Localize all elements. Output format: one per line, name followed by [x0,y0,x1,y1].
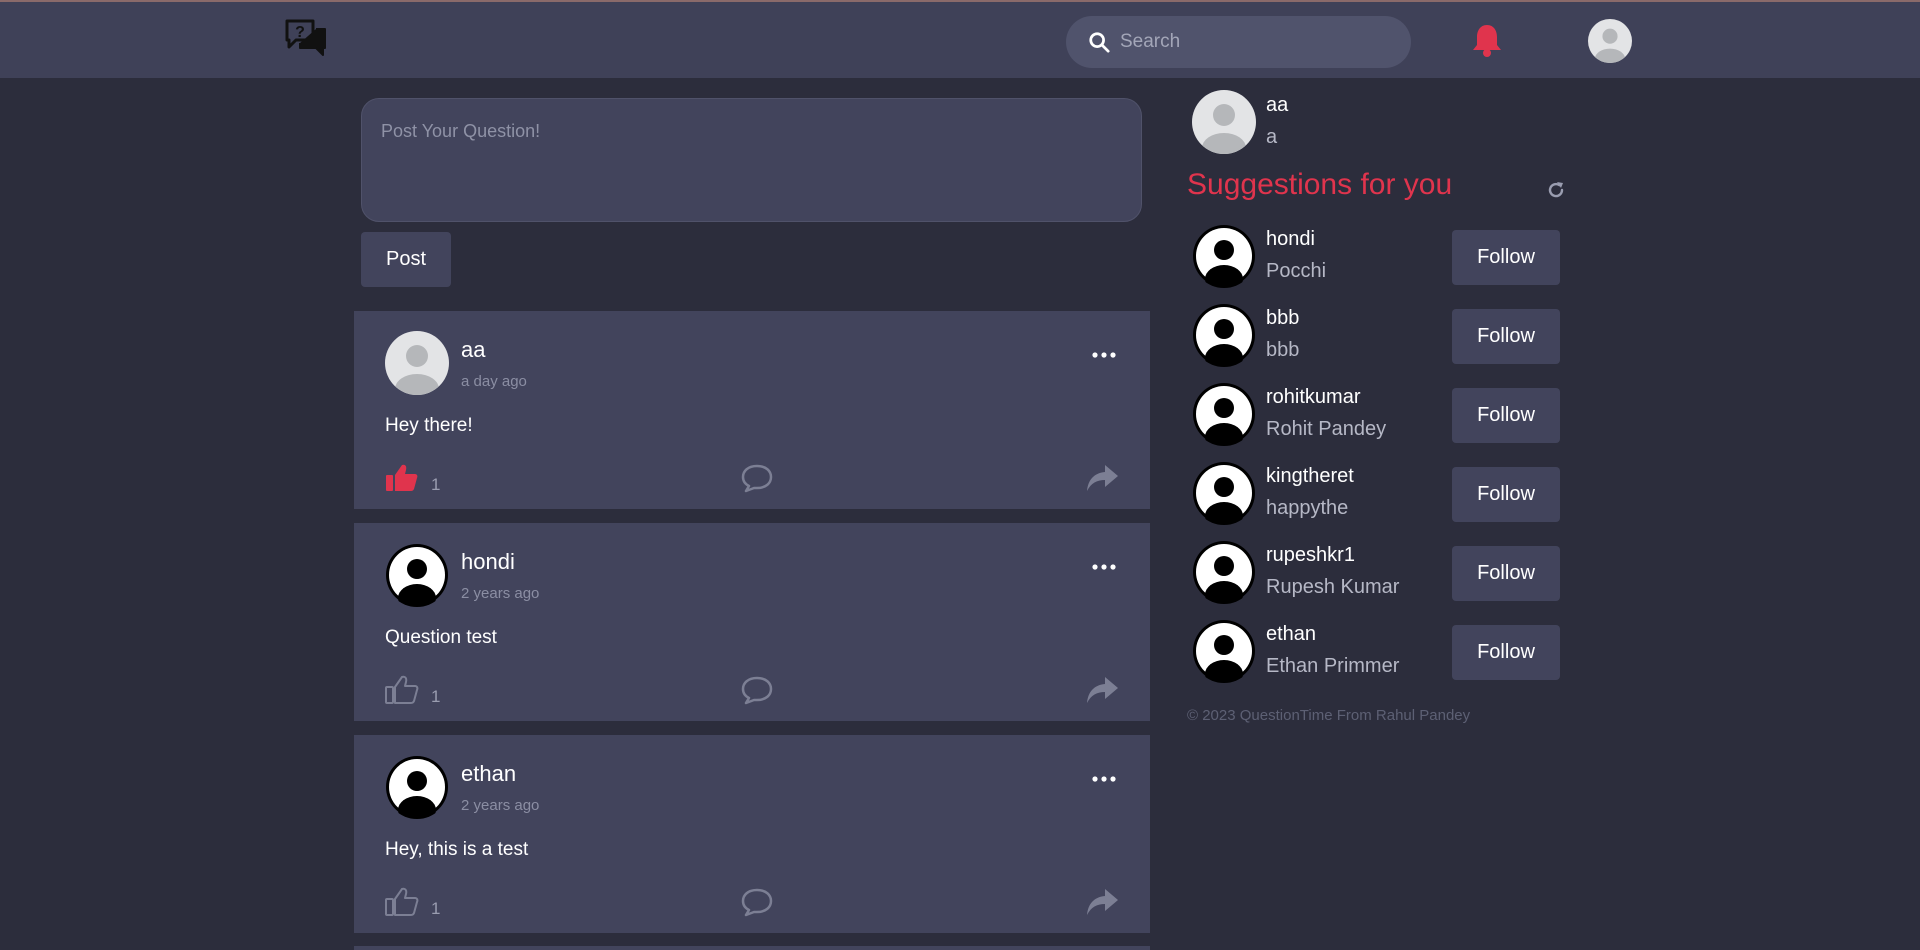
suggestion-item: rupeshkr1 Rupesh Kumar Follow [1192,540,1562,606]
like-count: 1 [431,899,441,918]
svg-text:?: ? [295,24,305,41]
suggestion-name: bbb [1266,339,1300,361]
avatar[interactable] [1192,303,1256,367]
post-button[interactable]: Post [361,232,451,287]
post-time: 2 years ago [461,797,540,814]
suggestion-item: bbb bbb Follow [1192,303,1562,369]
avatar[interactable] [385,331,449,395]
suggestion-item: kingtheret happythe Follow [1192,461,1562,527]
suggestion-username[interactable]: kingtheret [1266,465,1354,488]
user-avatar-icon [1193,462,1255,525]
search-input[interactable] [1120,16,1400,68]
post-author[interactable]: ethan [461,761,516,787]
suggestion-name: Rupesh Kumar [1266,576,1400,598]
post-card [354,946,1150,950]
post-author[interactable]: hondi [461,549,515,575]
thumbs-up-icon[interactable] [385,887,419,917]
suggestion-username[interactable]: rohitkumar [1266,386,1360,409]
question-chat-icon[interactable]: ? [284,18,328,62]
post-time: 2 years ago [461,585,540,602]
suggestions-title: Suggestions for you [1187,168,1453,201]
avatar[interactable] [1192,619,1256,683]
thumbs-up-icon[interactable] [385,463,419,493]
suggestion-username[interactable]: bbb [1266,307,1299,330]
post-author[interactable]: aa [461,337,485,363]
like-count: 1 [431,687,441,706]
top-navbar: ? [0,0,1920,78]
footer-copyright: © 2023 QuestionTime From Rahul Pandey [1187,707,1471,724]
suggestion-item: rohitkumar Rohit Pandey Follow [1192,382,1562,448]
avatar[interactable] [385,543,449,607]
search-bar[interactable] [1066,16,1411,68]
post-card: aa a day ago Hey there! 1 [354,311,1150,509]
user-avatar-icon [1193,620,1255,683]
suggestion-username[interactable]: ethan [1266,623,1316,646]
post-text: Hey there! [385,415,473,436]
suggestion-name: Pocchi [1266,260,1327,282]
like-count: 1 [431,475,441,494]
user-avatar[interactable] [1588,19,1632,63]
profile-username[interactable]: aa [1266,94,1288,117]
more-options-icon[interactable] [1090,561,1118,573]
suggestion-item: hondi Pocchi Follow [1192,224,1562,290]
avatar[interactable] [1192,382,1256,446]
avatar[interactable] [1192,540,1256,604]
follow-button[interactable]: Follow [1452,546,1560,601]
follow-button[interactable]: Follow [1452,625,1560,680]
user-avatar-icon [386,544,448,607]
avatar[interactable] [1192,461,1256,525]
share-icon[interactable] [1085,675,1119,705]
post-text: Hey, this is a test [385,839,529,860]
suggestion-name: happythe [1266,497,1349,519]
avatar[interactable] [1192,224,1256,288]
user-avatar-icon [1193,304,1255,367]
default-avatar-icon [1192,90,1256,154]
avatar[interactable] [385,755,449,819]
share-icon[interactable] [1085,463,1119,493]
search-icon [1089,32,1110,53]
user-avatar-icon [386,756,448,819]
post-card: ethan 2 years ago Hey, this is a test 1 [354,735,1150,933]
follow-button[interactable]: Follow [1452,309,1560,364]
suggestion-name: Rohit Pandey [1266,418,1387,440]
suggestion-item: ethan Ethan Primmer Follow [1192,619,1562,685]
user-avatar-icon [1193,225,1255,288]
user-avatar-icon [1193,383,1255,446]
more-options-icon[interactable] [1090,349,1118,361]
question-composer[interactable] [361,98,1142,222]
question-input[interactable] [362,99,1141,221]
suggestion-username[interactable]: rupeshkr1 [1266,544,1355,567]
post-text: Question test [385,627,497,648]
comment-icon[interactable] [740,675,774,705]
bell-icon[interactable] [1470,22,1504,58]
user-avatar-icon [1193,541,1255,604]
follow-button[interactable]: Follow [1452,230,1560,285]
share-icon[interactable] [1085,887,1119,917]
thumbs-up-icon[interactable] [385,675,419,705]
suggestion-username[interactable]: hondi [1266,228,1315,251]
post-time: a day ago [461,373,527,390]
more-options-icon[interactable] [1090,773,1118,785]
profile-name: a [1266,126,1278,148]
follow-button[interactable]: Follow [1452,388,1560,443]
default-avatar-icon [385,331,449,395]
post-card: hondi 2 years ago Question test 1 [354,523,1150,721]
profile-avatar[interactable] [1192,90,1256,154]
refresh-icon[interactable] [1546,180,1566,200]
comment-icon[interactable] [740,887,774,917]
suggestion-name: Ethan Primmer [1266,655,1400,677]
follow-button[interactable]: Follow [1452,467,1560,522]
default-avatar-icon [1588,19,1632,63]
comment-icon[interactable] [740,463,774,493]
